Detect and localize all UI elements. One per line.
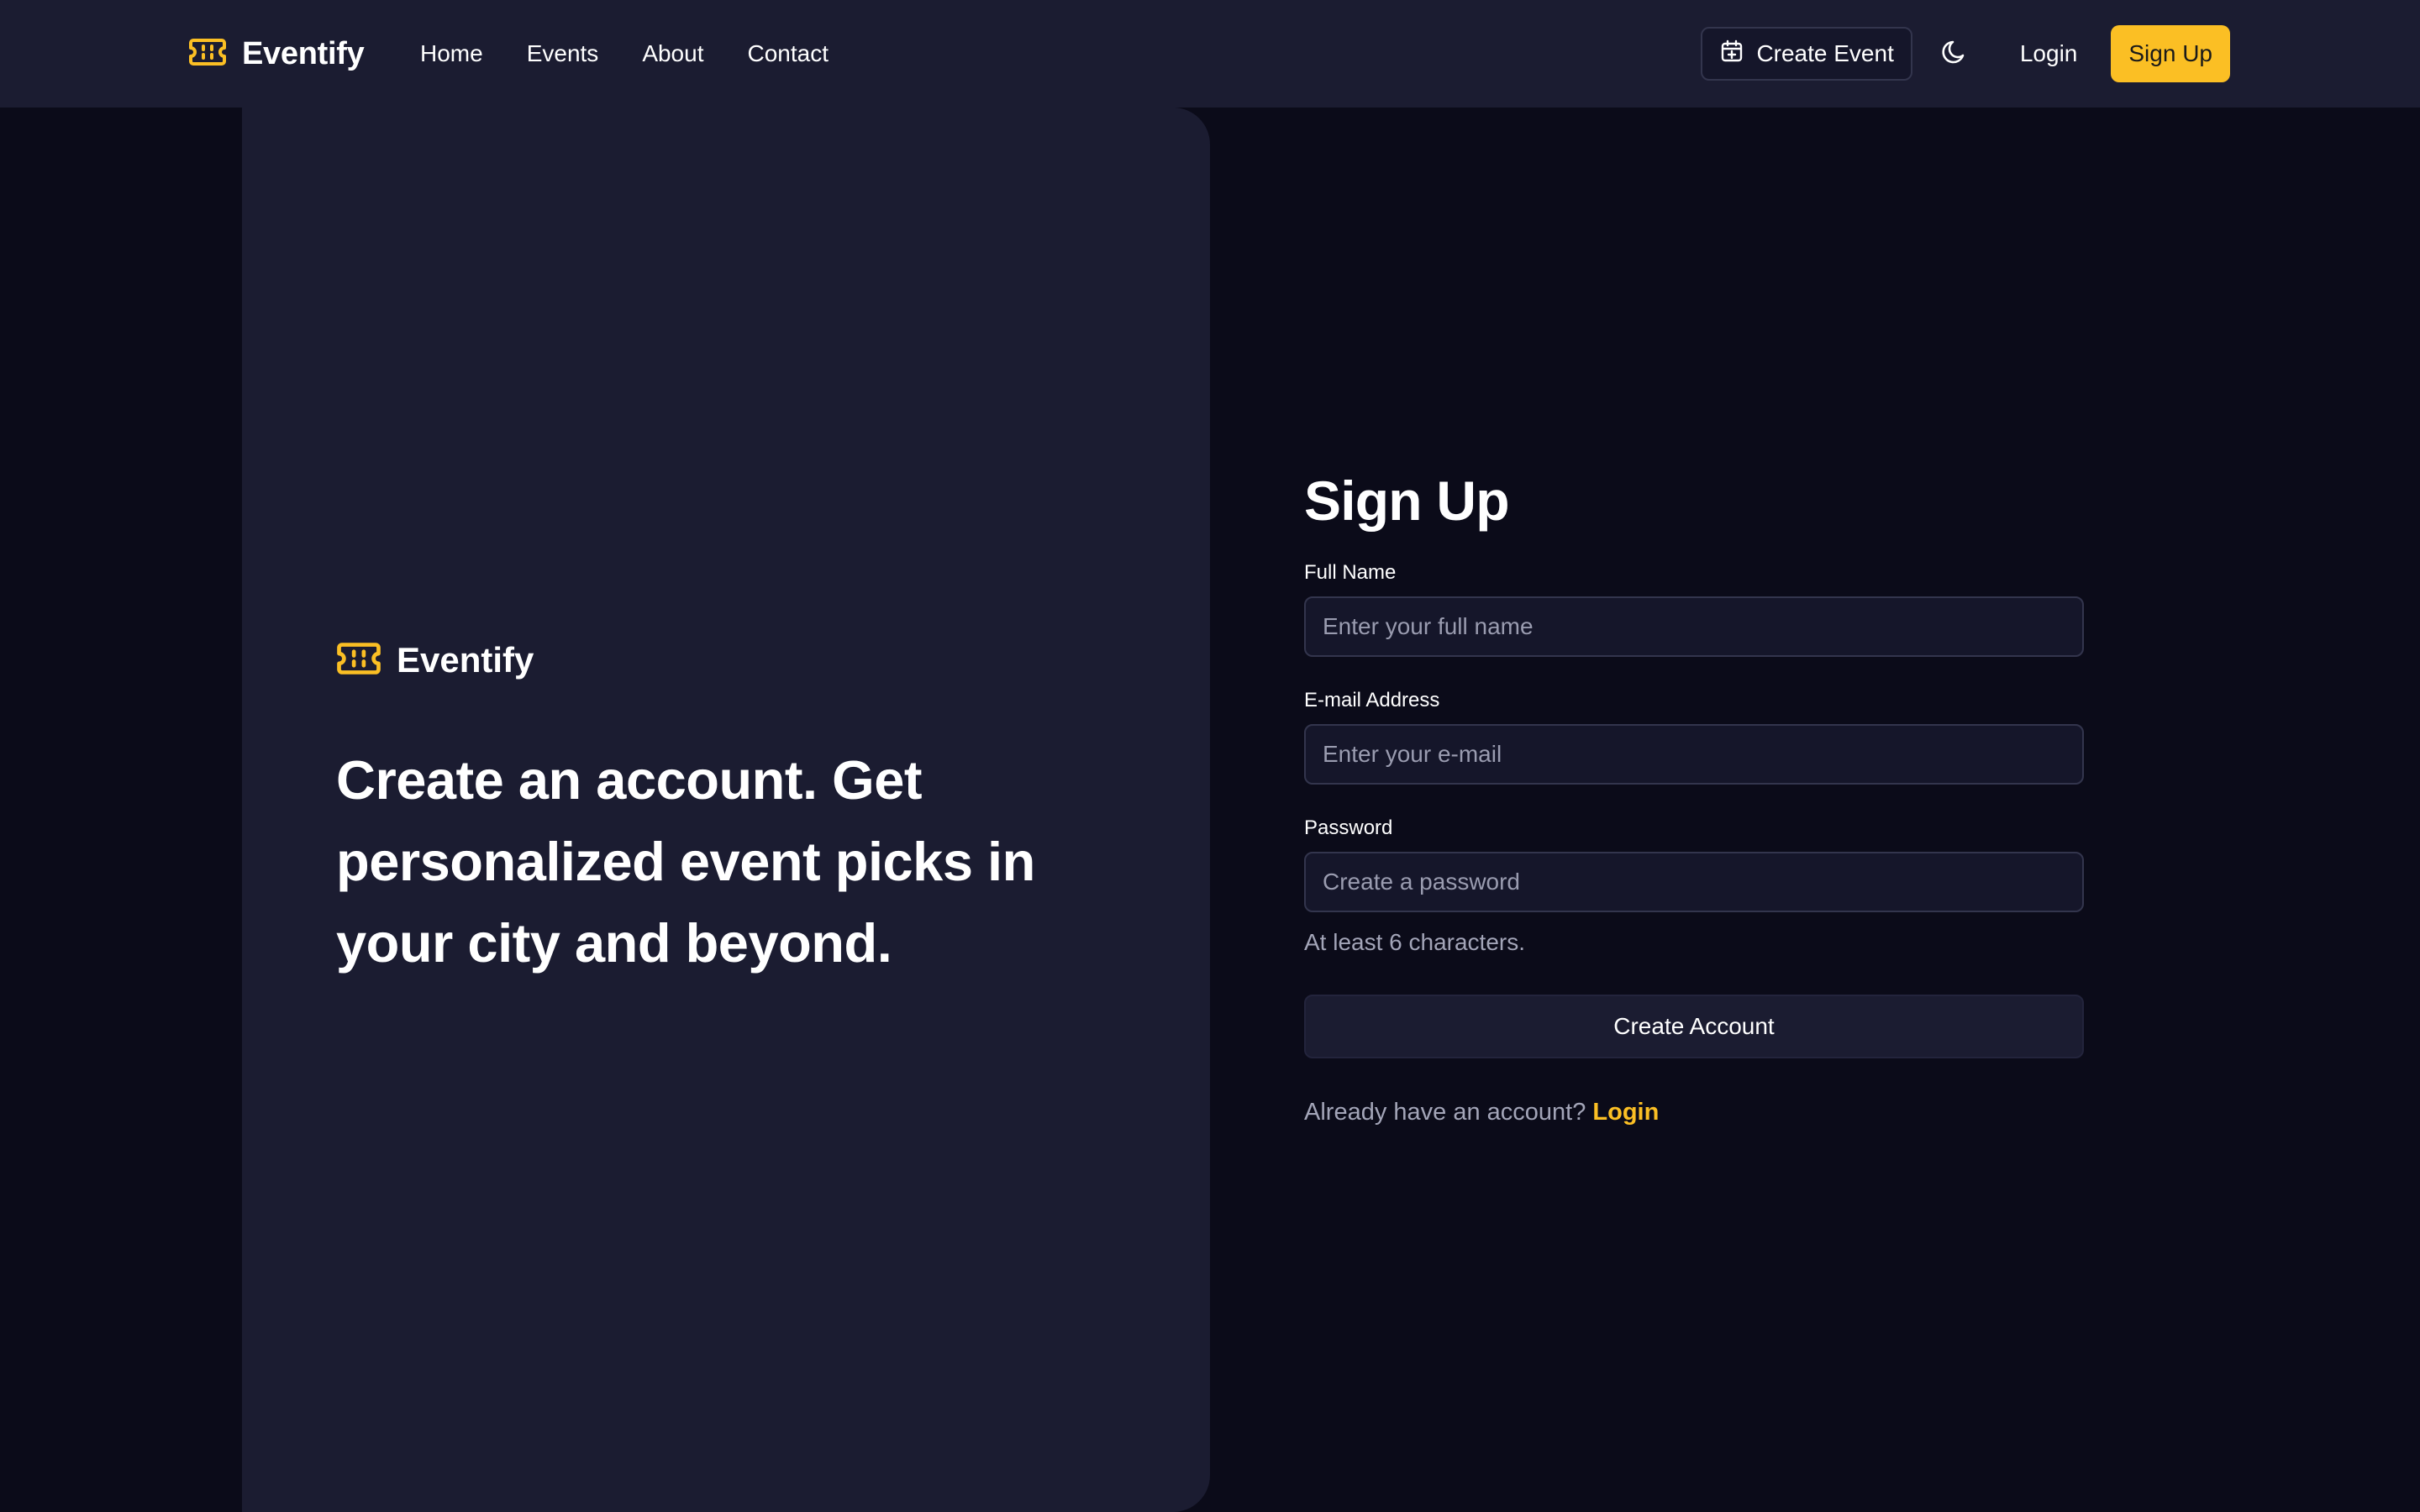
brand-logo-link[interactable]: Eventify xyxy=(188,30,365,77)
email-label: E-mail Address xyxy=(1304,689,1440,711)
top-navbar: Eventify Home Events About Contact Creat… xyxy=(0,0,2420,108)
hero-headline: Create an account. Get personalized even… xyxy=(336,749,1035,974)
moon-icon xyxy=(1939,37,1970,71)
nav-link-events[interactable]: Events xyxy=(527,40,599,67)
login-link[interactable]: Login xyxy=(1592,1099,1659,1126)
hero-brand-name: Eventify xyxy=(397,640,534,680)
login-button[interactable]: Login xyxy=(2020,40,2078,67)
email-group: E-mail Address xyxy=(1304,689,2084,785)
hero-panel: Eventify Create an account. Get personal… xyxy=(242,108,1210,1512)
calendar-plus-icon xyxy=(1719,39,1744,70)
login-prompt-row: Already have an account? Login xyxy=(1304,1099,2084,1126)
full-name-group: Full Name xyxy=(1304,561,2084,657)
password-label: Password xyxy=(1304,816,1393,839)
form-title: Sign Up xyxy=(1304,470,1510,532)
theme-toggle-button[interactable] xyxy=(1928,27,1981,81)
create-event-label: Create Event xyxy=(1756,40,1894,66)
password-input[interactable] xyxy=(1304,852,2084,912)
full-name-label: Full Name xyxy=(1304,561,1397,584)
password-hint: At least 6 characters. xyxy=(1304,929,1526,955)
nav-link-home[interactable]: Home xyxy=(420,40,483,67)
full-name-input[interactable] xyxy=(1304,596,2084,657)
nav-link-contact[interactable]: Contact xyxy=(747,40,829,67)
nav-actions: Create Event Login Sign Up xyxy=(1701,25,2230,82)
signup-button[interactable]: Sign Up xyxy=(2111,25,2230,82)
ticket-icon xyxy=(336,642,381,680)
nav-link-about[interactable]: About xyxy=(642,40,703,67)
email-input[interactable] xyxy=(1304,724,2084,785)
password-group: Password At least 6 characters. xyxy=(1304,816,2084,956)
signup-form: Sign Up Full Name E-mail Address Passwor… xyxy=(1304,467,2084,1126)
create-event-button[interactable]: Create Event xyxy=(1701,27,1912,81)
login-prompt-text: Already have an account? xyxy=(1304,1099,1586,1126)
create-account-button[interactable]: Create Account xyxy=(1304,995,2084,1058)
hero-brand: Eventify xyxy=(336,637,534,684)
brand-name: Eventify xyxy=(242,35,365,71)
ticket-icon xyxy=(188,38,227,71)
main-nav: Home Events About Contact xyxy=(420,30,829,77)
